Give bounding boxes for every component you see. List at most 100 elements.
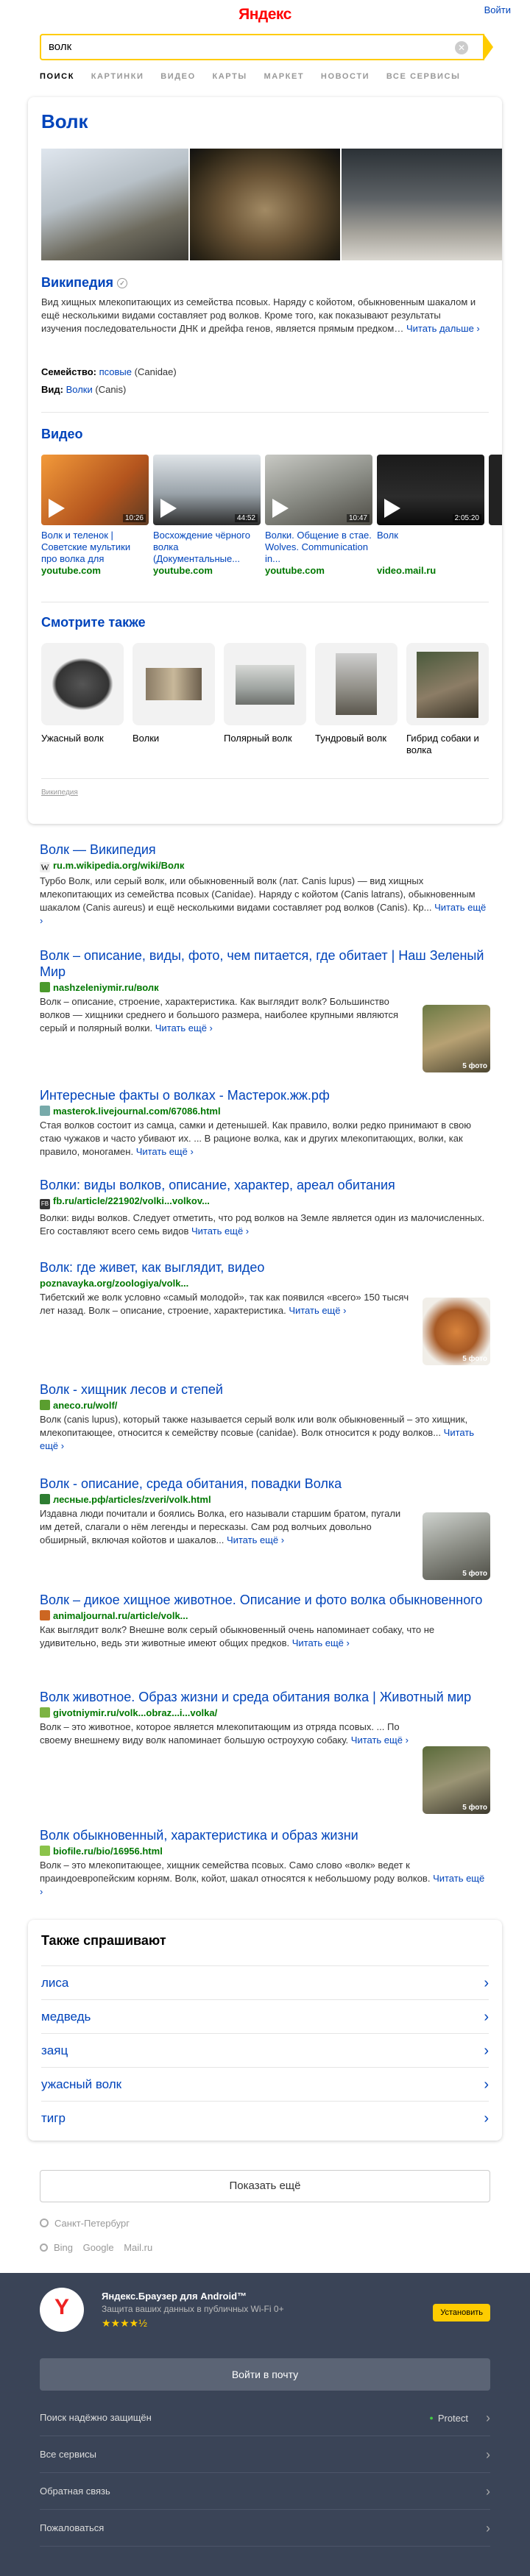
footer-link[interactable]: Поиск надёжно защищёнProtect xyxy=(40,2399,490,2436)
entity-title[interactable]: Волк xyxy=(41,110,88,133)
video-title[interactable]: Волки. Общение в стае. Wolves. Communica… xyxy=(265,530,372,565)
footer-link[interactable]: Все сервисы xyxy=(40,2436,490,2473)
result-url[interactable]: biofile.ru/bio/16956.html xyxy=(40,1846,490,1857)
see-also-thumb[interactable] xyxy=(224,643,306,725)
result-url[interactable]: animaljournal.ru/article/volk... xyxy=(40,1610,490,1621)
see-also-label[interactable]: Тундровый волк xyxy=(315,733,398,744)
see-also-label[interactable]: Волки xyxy=(132,733,215,744)
region-selector[interactable]: Санкт-Петербург xyxy=(40,2218,130,2229)
result-title[interactable]: Волк - описание, среда обитания, повадки… xyxy=(40,1476,490,1492)
search-box[interactable]: ✕ xyxy=(40,34,493,60)
video-next-peek[interactable] xyxy=(489,455,502,525)
species-link[interactable]: Волки xyxy=(66,384,93,395)
result-title[interactable]: Волк – описание, виды, фото, чем питаетс… xyxy=(40,947,490,980)
tab-news[interactable]: НОВОСТИ xyxy=(321,72,370,81)
read-more-link[interactable]: Читать ещё › xyxy=(191,1225,249,1237)
see-also-label[interactable]: Ужасный волк xyxy=(41,733,124,744)
see-also-thumb[interactable] xyxy=(41,643,124,725)
wolf-image-1[interactable] xyxy=(41,149,188,260)
video-title[interactable]: Восхождение чёрного волка (Документальны… xyxy=(153,530,261,565)
also-ask-item[interactable]: медведь xyxy=(41,1999,489,2034)
video-item[interactable]: 2:05:20 Волк video.mail.ru xyxy=(377,455,484,576)
read-more-link[interactable]: Читать ещё › xyxy=(289,1305,346,1316)
mail-login-button[interactable]: Войти в почту xyxy=(40,2358,490,2391)
wiki-heading[interactable]: Википедия ✓ xyxy=(41,275,128,291)
see-also-item[interactable]: Волки xyxy=(132,643,215,744)
see-also-heading[interactable]: Смотрите также xyxy=(41,615,146,630)
result-url[interactable]: poznavayka.org/zoologiya/volk... xyxy=(40,1278,490,1289)
yandex-logo[interactable]: Яндекс xyxy=(0,6,530,24)
family-link[interactable]: псовые xyxy=(99,366,132,377)
result-photo[interactable]: 5 фото xyxy=(423,1298,490,1365)
read-more-link[interactable]: Читать дальше › xyxy=(406,323,480,334)
wolf-image-2[interactable] xyxy=(190,149,340,260)
read-more-link[interactable]: Читать ещё › xyxy=(292,1637,350,1648)
see-also-item[interactable]: Ужасный волк xyxy=(41,643,124,744)
see-also-thumb[interactable] xyxy=(406,643,489,725)
result-title[interactable]: Волк животное. Образ жизни и среда обита… xyxy=(40,1689,490,1705)
engine-link[interactable]: Mail.ru xyxy=(124,2242,152,2253)
video-item[interactable]: 10:26 Волк и теленок | Советские мультик… xyxy=(41,455,149,576)
browser-promo[interactable]: Яндекс.Браузер для Android™ Защита ваших… xyxy=(40,2288,490,2332)
result-url[interactable]: aneco.ru/wolf/ xyxy=(40,1400,490,1411)
see-also-thumb[interactable] xyxy=(315,643,398,725)
see-also-item[interactable]: Полярный волк xyxy=(224,643,306,744)
also-ask-item[interactable]: заяц xyxy=(41,2033,489,2068)
tab-search[interactable]: ПОИСК xyxy=(40,72,74,81)
wiki-source-link[interactable]: Википедия xyxy=(41,789,78,797)
video-title[interactable]: Волк xyxy=(377,530,484,565)
result-photo[interactable]: 5 фото xyxy=(423,1746,490,1814)
read-more-link[interactable]: Читать ещё › xyxy=(155,1022,213,1033)
video-item[interactable]: 10:47 Волки. Общение в стае. Wolves. Com… xyxy=(265,455,372,576)
read-more-link[interactable]: Читать ещё › xyxy=(136,1146,194,1157)
wolf-image-3[interactable] xyxy=(342,149,502,260)
read-more-link[interactable]: Читать ещё › xyxy=(227,1534,284,1545)
clear-icon[interactable]: ✕ xyxy=(455,41,468,54)
result-photo[interactable]: 5 фото xyxy=(423,1512,490,1580)
also-ask-item[interactable]: лиса xyxy=(41,1965,489,2000)
result-url[interactable]: masterok.livejournal.com/67086.html xyxy=(40,1106,490,1117)
footer-link[interactable]: Обратная связь xyxy=(40,2473,490,2510)
read-more-link[interactable]: Читать ещё › xyxy=(351,1734,409,1746)
result-url[interactable]: лесные.рф/articles/zveri/volk.html xyxy=(40,1494,490,1505)
video-heading[interactable]: Видео xyxy=(41,427,83,442)
tab-images[interactable]: КАРТИНКИ xyxy=(91,72,144,81)
login-link[interactable]: Войти xyxy=(484,4,511,15)
video-item[interactable]: 44:52 Восхождение чёрного волка (Докумен… xyxy=(153,455,261,576)
tab-video[interactable]: ВИДЕО xyxy=(160,72,196,81)
engine-link[interactable]: Bing xyxy=(54,2242,73,2253)
tab-maps[interactable]: КАРТЫ xyxy=(212,72,247,81)
video-title[interactable]: Волк и теленок | Советские мультики про … xyxy=(41,530,149,565)
result-title[interactable]: Волк: где живет, как выглядит, видео xyxy=(40,1259,490,1275)
result-title[interactable]: Волк — Википедия xyxy=(40,842,490,858)
also-ask-item[interactable]: тигр xyxy=(41,2101,489,2135)
see-also-thumb[interactable] xyxy=(132,643,215,725)
video-thumb[interactable]: 2:05:20 xyxy=(377,455,484,525)
result-url[interactable]: nashzeleniymir.ru/волк xyxy=(40,982,490,993)
result-title[interactable]: Интересные факты о волках - Мастерок.жж.… xyxy=(40,1087,490,1103)
install-button[interactable]: Установить xyxy=(433,2304,490,2321)
result-photo[interactable]: 5 фото xyxy=(423,1005,490,1072)
also-ask-item[interactable]: ужасный волк xyxy=(41,2067,489,2102)
result-snippet: Как выглядит волк? Внешне волк серый обы… xyxy=(40,1624,435,1648)
result-url[interactable]: Wru.m.wikipedia.org/wiki/Волк xyxy=(40,860,490,872)
engine-link[interactable]: Google xyxy=(83,2242,114,2253)
footer-link[interactable]: Пожаловаться xyxy=(40,2510,490,2547)
see-also-label[interactable]: Полярный волк xyxy=(224,733,306,744)
video-thumb[interactable]: 10:47 xyxy=(265,455,372,525)
see-also-item[interactable]: Гибрид собаки и волка xyxy=(406,643,489,756)
video-thumb[interactable]: 10:26 xyxy=(41,455,149,525)
tab-market[interactable]: МАРКЕТ xyxy=(264,72,304,81)
video-thumb[interactable]: 44:52 xyxy=(153,455,261,525)
see-also-item[interactable]: Тундровый волк xyxy=(315,643,398,744)
result-title[interactable]: Волки: виды волков, описание, характер, … xyxy=(40,1177,490,1193)
result-title[interactable]: Волк обыкновенный, характеристика и обра… xyxy=(40,1827,490,1843)
search-input[interactable] xyxy=(49,40,446,53)
tab-all-services[interactable]: ВСЕ СЕРВИСЫ xyxy=(386,72,461,81)
result-url[interactable]: givotniymir.ru/volk...obraz...i...volka/ xyxy=(40,1707,490,1718)
result-title[interactable]: Волк – дикое хищное животное. Описание и… xyxy=(40,1592,490,1608)
result-url[interactable]: FB fb.ru/article/221902/volki...volkov... xyxy=(40,1195,490,1209)
see-also-label[interactable]: Гибрид собаки и волка xyxy=(406,733,489,756)
show-more-button[interactable]: Показать ещё xyxy=(40,2170,490,2202)
result-title[interactable]: Волк - хищник лесов и степей xyxy=(40,1381,490,1398)
